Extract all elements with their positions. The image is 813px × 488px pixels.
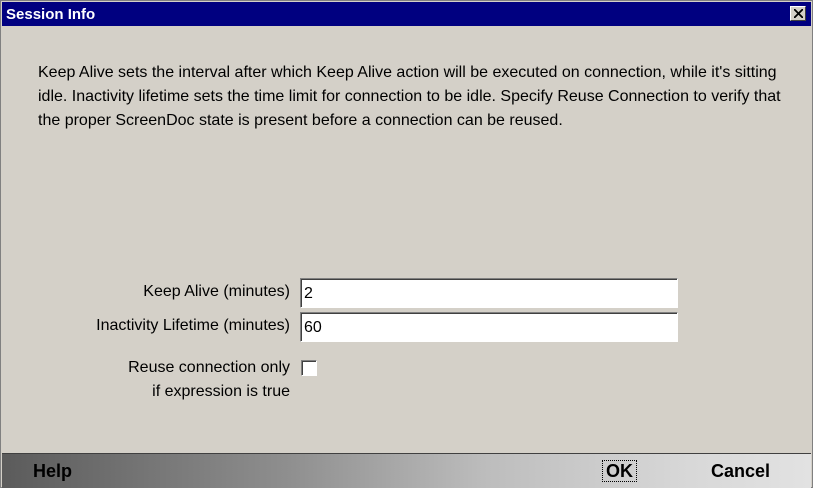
reuse-connection-label-line1: Reuse connection only [128,359,290,376]
reuse-connection-checkbox[interactable] [301,360,317,376]
keep-alive-label: Keep Alive (minutes) [143,283,290,300]
ok-button[interactable]: OK [602,460,637,482]
close-icon [794,9,803,18]
session-info-dialog: Session Info Keep Alive sets the interva… [0,0,813,488]
keep-alive-input[interactable] [300,278,678,308]
description-text: Keep Alive sets the interval after which… [38,64,781,129]
title-bar[interactable]: Session Info [2,2,811,26]
cancel-button[interactable]: Cancel [711,461,770,482]
inactivity-lifetime-label: Inactivity Lifetime (minutes) [96,317,290,334]
dialog-title: Session Info [6,6,96,23]
help-button[interactable]: Help [33,461,72,482]
inactivity-lifetime-input[interactable] [300,312,678,342]
button-bar: Help OK Cancel [2,453,811,488]
close-button[interactable] [790,6,806,21]
reuse-connection-label-line2: if expression is true [152,383,290,400]
